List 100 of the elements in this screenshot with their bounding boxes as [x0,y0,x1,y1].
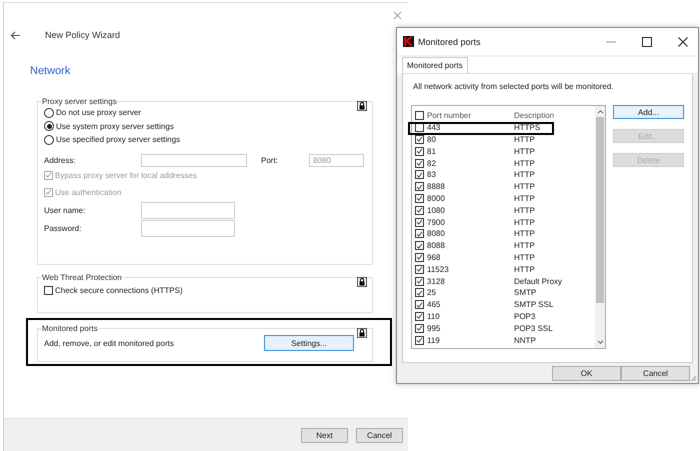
checkbox[interactable] [415,300,424,310]
description-cell: HTTP [514,194,535,203]
field-label: Port: [261,156,279,164]
description-cell: HTTP [514,252,535,262]
description-cell: Default Proxy [514,276,562,286]
input-field[interactable] [141,202,235,218]
scroll-down-icon[interactable] [596,340,604,345]
port-cell-text: 83 [427,170,437,180]
checkbox[interactable] [415,229,424,238]
checkbox[interactable] [415,194,424,203]
checkbox[interactable] [415,182,424,192]
description-cell: SMTP SSL [514,300,554,310]
window-title: New Policy Wizard [45,30,120,40]
group-title: Web Threat Protection [42,273,122,282]
checkbox[interactable] [44,286,53,295]
port-cell-text: 82 [427,158,437,168]
close-icon[interactable] [678,36,688,46]
field-label: User name: [44,206,86,214]
description-cell: HTTP [514,206,535,215]
port-cell-text: 8088 [427,241,446,250]
description-cell: HTTP [514,241,535,250]
back-arrow-icon[interactable] [10,30,21,40]
port-cell-text: 8000 [427,194,446,203]
side-button[interactable]: Add... [613,105,684,119]
page-heading: Network [30,65,72,77]
checkbox[interactable] [415,111,424,120]
description-cell: HTTP [514,158,535,168]
port-cell-text: 11523 [427,264,450,274]
dialog-title: Monitored ports [418,36,482,46]
column-header[interactable]: Port number [427,111,514,120]
footer-button[interactable]: Cancel [356,428,403,443]
description-cell: HTTP [514,264,535,274]
port-cell-text: 7900 [427,218,446,227]
footer-button[interactable]: Next [301,428,348,443]
checkbox[interactable] [415,218,424,227]
checkbox[interactable] [415,170,424,180]
lock-icon[interactable] [357,328,367,338]
description-cell: HTTP [514,218,535,227]
checkbox[interactable] [415,264,424,274]
port-cell-text: 81 [427,146,437,156]
radio-button[interactable] [44,108,54,118]
description-cell: POP3 SSL [514,324,553,333]
scrollbar[interactable] [595,106,605,348]
field-label: Password: [44,224,82,232]
port-cell-text: 8080 [427,229,446,238]
group-title: Proxy server settings [42,97,117,106]
column-header[interactable]: Description [514,111,554,120]
port-cell-text: 968 [427,252,442,262]
checkbox[interactable] [415,241,424,250]
footer-button[interactable]: Cancel [621,366,690,380]
lock-icon[interactable] [357,101,367,111]
port-cell-text: 1080 [427,206,446,215]
radio-button[interactable] [44,121,54,132]
input-field[interactable] [141,154,247,166]
maximize-icon[interactable] [642,36,652,46]
radio-option[interactable]: Use system proxy server settings [44,120,364,133]
port-cell-text: 995 [427,324,442,333]
description-cell: SMTP [514,288,536,298]
scrollbar-thumb[interactable] [596,117,604,303]
radio-option[interactable]: Use specified proxy server settings [44,133,364,146]
description-cell: NNTP [514,336,536,345]
scroll-up-icon[interactable] [596,109,604,114]
checkbox-label: Check secure connections (HTTPS) [55,286,183,295]
port-cell-text: 3128 [427,276,446,286]
checkbox[interactable] [415,288,424,298]
checkbox[interactable] [415,276,424,286]
checkbox-label: Bypass proxy server for local addresses [55,170,197,180]
checkbox[interactable] [415,336,424,345]
resize-grip-icon[interactable] [690,375,697,382]
description-text: All network activity from selected ports will be monitored. [413,82,615,91]
checkbox[interactable] [415,146,424,156]
port-cell-text: 443 [427,123,442,132]
group-title: Monitored ports [42,324,98,333]
footer-button[interactable]: OK [552,366,621,380]
description-text: Add, remove, or edit monitored ports [44,338,174,348]
input-field[interactable] [141,220,235,236]
description-cell: HTTP [514,229,535,238]
port-cell-text: 8888 [427,182,446,192]
checkbox[interactable] [415,206,424,215]
port-cell-text: 465 [427,300,442,310]
radio-button[interactable] [44,134,54,145]
description-cell: HTTP [514,146,535,156]
port-cell-text: 25 [427,288,437,298]
checkbox[interactable] [415,312,424,321]
description-cell: HTTP [514,134,535,144]
settings-button[interactable]: Settings... [264,335,354,351]
radio-option[interactable]: Do not use proxy server [44,106,364,120]
port-cell-text: 110 [427,312,441,321]
app-logo-icon [403,36,414,47]
checkbox[interactable] [415,252,424,262]
tab[interactable]: Monitored ports [402,57,468,73]
description-cell: POP3 [514,312,536,321]
checkbox[interactable] [415,158,424,168]
description-cell: HTTP [514,182,535,192]
checkbox-label: Use authentication [55,188,122,196]
lock-icon[interactable] [357,277,367,287]
checkbox[interactable] [415,324,424,333]
description-cell: HTTPS [514,123,540,132]
description-cell: HTTP [514,170,535,180]
port-cell-text: 119 [427,336,441,345]
